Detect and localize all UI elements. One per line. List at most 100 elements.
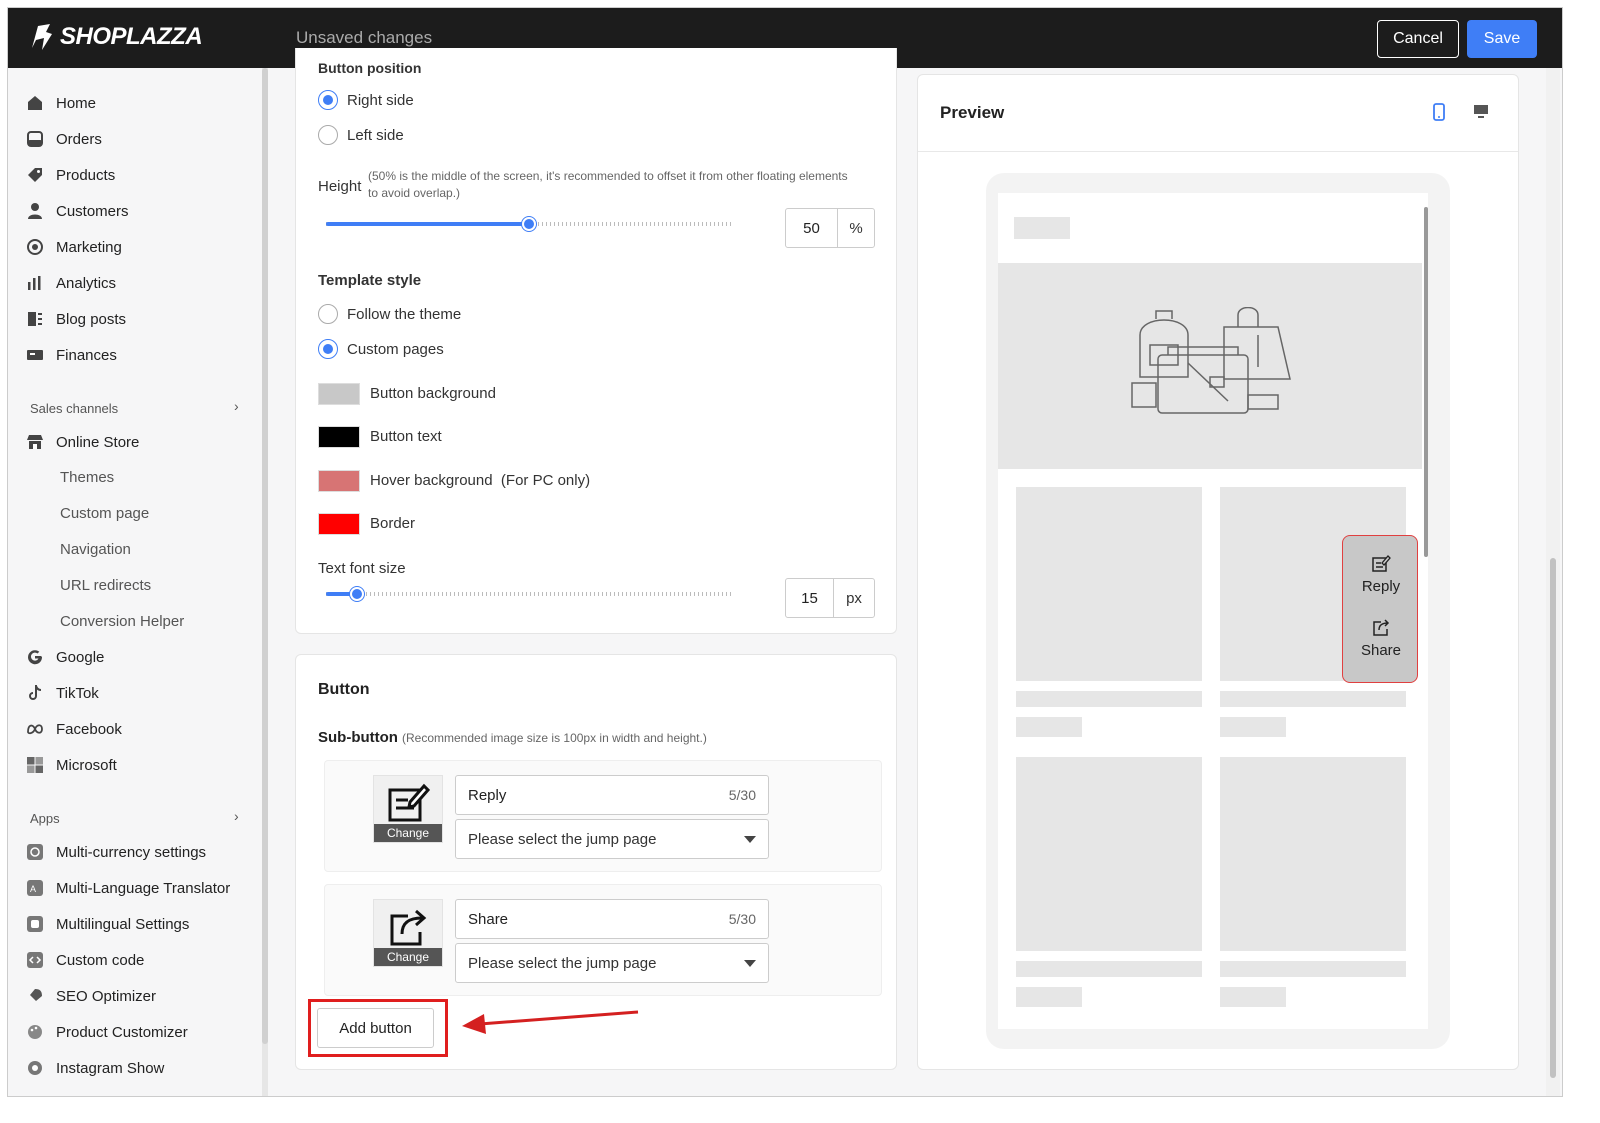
sidebar-item-tiktok[interactable]: TikTok (26, 684, 99, 702)
font-slider-track[interactable] (326, 592, 734, 596)
sidebar-scrollbar[interactable] (262, 68, 268, 1096)
shoplazza-logo-icon (32, 24, 52, 50)
button-text-label: Button text (370, 428, 442, 445)
cancel-button[interactable]: Cancel (1377, 20, 1459, 58)
product-card-image (1016, 487, 1202, 681)
sidebar-item-label: Online Store (56, 433, 140, 451)
sidebar-item-marketing[interactable]: Marketing (26, 238, 122, 256)
sidebar-item-home[interactable]: Home (26, 94, 96, 112)
bags-illustration-icon (1131, 307, 1291, 414)
height-input[interactable]: 50 % (785, 208, 875, 248)
sidebar-item-orders[interactable]: Orders (26, 130, 102, 148)
hover-background-label: Hover background (For PC only) (370, 472, 591, 489)
sub-button-image[interactable]: Change (373, 775, 443, 843)
template-style-heading: Template style (318, 272, 422, 289)
google-icon (28, 650, 43, 665)
radio-checked[interactable] (318, 339, 338, 359)
sidebar-item-multilingual[interactable]: Multilingual Settings (26, 915, 189, 933)
sidebar-item-seo-optimizer[interactable]: SEO Optimizer (26, 987, 156, 1005)
sidebar-item-label: Product Customizer (56, 1023, 188, 1041)
instagram-icon (28, 1061, 42, 1075)
sidebar-item-custom-code[interactable]: Custom code (26, 951, 144, 969)
sub-button-name-input[interactable]: Share 5/30 (455, 899, 769, 939)
sub-button-image[interactable]: Change (373, 899, 443, 967)
sidebar-item-product-customizer[interactable]: Product Customizer (26, 1023, 188, 1041)
product-price-placeholder (1220, 717, 1286, 737)
sub-button-name-input[interactable]: Reply 5/30 (455, 775, 769, 815)
chevron-right-icon[interactable]: › (234, 808, 239, 824)
sidebar-item-products[interactable]: Products (26, 166, 115, 184)
sub-button-item: Change Share 5/30 Please select the jump… (324, 884, 882, 996)
border-label: Border (370, 515, 416, 532)
button-card-title: Button (318, 681, 370, 698)
desktop-view-icon[interactable] (1473, 103, 1489, 119)
sidebar-item-analytics[interactable]: Analytics (26, 274, 116, 292)
sidebar-item-multi-currency[interactable]: Multi-currency settings (26, 843, 206, 861)
button-background-swatch[interactable] (318, 383, 360, 405)
product-title-placeholder (1016, 961, 1202, 977)
phone-scrollbar-thumb[interactable] (1424, 207, 1428, 557)
sidebar-item-online-store[interactable]: Online Store (26, 433, 139, 451)
sidebar-item-label: Facebook (56, 720, 122, 738)
sidebar: Home Orders Products Customers Marketing… (8, 68, 264, 1096)
radio-custom-pages[interactable]: Custom pages (318, 339, 444, 359)
sidebar-item-customers[interactable]: Customers (26, 202, 129, 220)
font-size-input[interactable]: 15 px (785, 578, 875, 618)
char-counter: 5/30 (728, 787, 756, 803)
caret-down-icon (744, 835, 756, 843)
sub-button-name[interactable]: Share (468, 911, 508, 928)
mobile-view-icon[interactable] (1432, 103, 1446, 121)
sidebar-item-google[interactable]: Google (26, 648, 104, 666)
font-size-unit: px (846, 589, 862, 607)
height-slider-handle[interactable] (522, 217, 536, 231)
sidebar-item-microsoft[interactable]: Microsoft (26, 756, 117, 774)
sidebar-item-themes[interactable]: Themes (60, 469, 114, 486)
product-title-placeholder (1016, 691, 1202, 707)
font-size-value[interactable]: 15 (786, 579, 834, 617)
radio-unchecked[interactable] (318, 125, 338, 145)
radio-left-side[interactable]: Left side (318, 125, 404, 145)
save-button[interactable]: Save (1467, 20, 1537, 58)
sidebar-item-finances[interactable]: Finances (26, 346, 117, 364)
jump-page-select[interactable]: Please select the jump page (455, 819, 769, 859)
caret-down-icon (744, 959, 756, 967)
phone-scrollbar[interactable] (1424, 197, 1428, 1023)
sidebar-scrollbar-thumb[interactable] (262, 68, 268, 1044)
radio-checked[interactable] (318, 90, 338, 110)
sidebar-item-instagram-show[interactable]: Instagram Show (26, 1059, 164, 1077)
border-swatch[interactable] (318, 513, 360, 535)
bar-chart-icon (28, 276, 41, 290)
font-slider-handle[interactable] (350, 587, 364, 601)
radio-right-side[interactable]: Right side (318, 90, 414, 110)
button-text-swatch[interactable] (318, 426, 360, 448)
hover-background-swatch[interactable] (318, 470, 360, 492)
radio-follow-theme[interactable]: Follow the theme (318, 304, 461, 324)
height-value[interactable]: 50 (786, 209, 838, 247)
jump-page-select[interactable]: Please select the jump page (455, 943, 769, 983)
add-button[interactable]: Add button (317, 1008, 434, 1048)
sidebar-item-label: Analytics (56, 274, 117, 292)
sidebar-item-blog-posts[interactable]: Blog posts (26, 310, 126, 328)
chevron-right-icon[interactable]: › (234, 398, 239, 414)
radio-unchecked[interactable] (318, 304, 338, 324)
sidebar-item-multi-language[interactable]: A Multi-Language Translator (26, 879, 230, 897)
page-scrollbar-thumb[interactable] (1550, 558, 1556, 1078)
change-image-button[interactable]: Change (374, 824, 442, 842)
sidebar-item-label: Customers (56, 202, 129, 220)
app-icon (27, 916, 43, 932)
sidebar-item-label: Orders (56, 130, 102, 148)
page-scrollbar[interactable] (1546, 68, 1560, 1096)
floating-button-preview[interactable]: Reply Share (1342, 535, 1418, 683)
settings-card: Button position Right side Left side Hei… (295, 48, 897, 634)
change-image-button[interactable]: Change (374, 948, 442, 966)
sidebar-item-conversion-helper[interactable]: Conversion Helper (60, 613, 184, 630)
sub-button-name[interactable]: Reply (468, 787, 506, 804)
sidebar-item-url-redirects[interactable]: URL redirects (60, 577, 151, 594)
sidebar-item-navigation[interactable]: Navigation (60, 541, 131, 558)
shoplazza-logo: SHOPLAZZA (28, 22, 203, 52)
placeholder-logo (1014, 217, 1070, 239)
sidebar-item-facebook[interactable]: Facebook (26, 720, 122, 738)
blog-icon (28, 312, 42, 326)
sidebar-item-custom-page[interactable]: Custom page (60, 505, 149, 522)
tag-icon (28, 168, 42, 182)
